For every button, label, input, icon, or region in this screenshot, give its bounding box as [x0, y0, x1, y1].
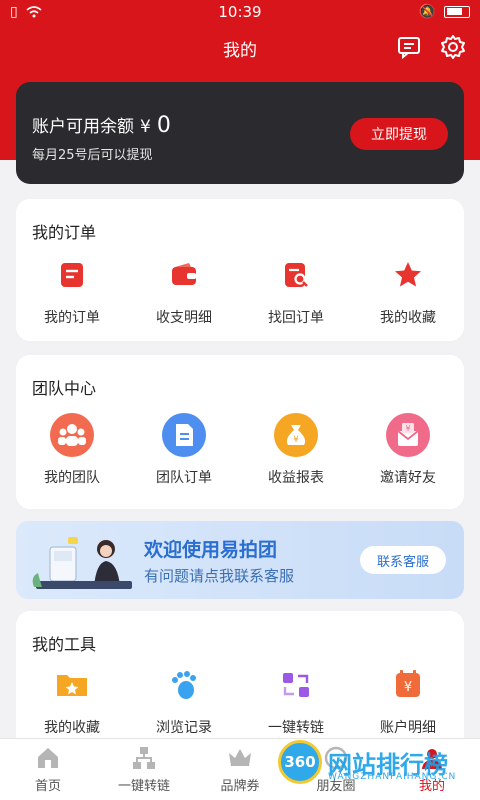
team-item-label: 团队订单 [156, 470, 212, 486]
team-item-invite[interactable]: ¥ 邀请好友 [352, 413, 464, 487]
tab-brand-coupons[interactable]: 品牌券 [192, 739, 288, 800]
order-item-income-expense[interactable]: 收支明细 [128, 253, 240, 327]
settings-gear-icon[interactable] [440, 34, 466, 60]
battery-icon [444, 6, 470, 18]
customer-service-illustration [32, 537, 132, 589]
tab-label: 首页 [34, 779, 61, 794]
tools-title: 我的工具 [32, 635, 97, 654]
svg-text:¥: ¥ [405, 424, 410, 433]
status-bar: ▯ 10:39 🔕 [0, 0, 480, 24]
watermark-subtext: WANGZHANPAIHANG.CN [328, 772, 457, 782]
tool-item-account-detail[interactable]: ¥ 账户明细 [352, 663, 464, 737]
order-item-label: 我的订单 [44, 310, 100, 326]
footprint-icon [172, 671, 196, 699]
order-item-label: 我的收藏 [380, 310, 436, 326]
order-item-label: 收支明细 [156, 310, 212, 326]
team-card: 团队中心 我的团队 团队订单 ¥ 收益报表 ¥ 邀请好友 [16, 355, 464, 509]
home-icon [38, 748, 58, 768]
team-item-label: 我的团队 [44, 470, 100, 486]
balance-value: 0 [156, 113, 171, 138]
tool-item-favorites[interactable]: 我的收藏 [16, 663, 128, 737]
folder-star-icon [57, 675, 87, 696]
tab-convert-link[interactable]: 一键转链 [96, 739, 192, 800]
tool-item-label: 账户明细 [380, 720, 436, 736]
star-icon [386, 253, 430, 297]
invite-envelope-icon: ¥ [386, 413, 430, 457]
support-banner[interactable]: 欢迎使用易拍团 有问题请点我联系客服 联系客服 [16, 521, 464, 599]
wallet-icon [162, 253, 206, 297]
team-item-orders[interactable]: 团队订单 [128, 413, 240, 487]
orders-title: 我的订单 [32, 223, 97, 242]
tool-item-label: 一键转链 [268, 720, 324, 736]
search-order-icon [274, 253, 318, 297]
convert-link-icon [283, 673, 309, 697]
message-icon[interactable] [396, 34, 422, 60]
header: 我的 [0, 28, 480, 68]
team-item-label: 邀请好友 [380, 470, 436, 486]
team-item-revenue-report[interactable]: ¥ 收益报表 [240, 413, 352, 487]
banner-title: 欢迎使用易拍团 [144, 539, 278, 561]
team-title: 团队中心 [32, 379, 97, 398]
withdraw-button[interactable]: 立即提现 [350, 118, 448, 150]
link-tree-icon [133, 747, 155, 769]
balance-card: 账户可用余额 ¥ 0 每月25号后可以提现 立即提现 [16, 82, 464, 184]
team-item-my-team[interactable]: 我的团队 [16, 413, 128, 487]
order-item-my-orders[interactable]: 我的订单 [16, 253, 128, 327]
tab-label: 一键转链 [117, 779, 170, 794]
svg-text:¥: ¥ [293, 435, 299, 445]
withdraw-note: 每月25号后可以提现 [32, 148, 153, 163]
crown-icon [229, 749, 251, 766]
tool-item-convert-link[interactable]: 一键转链 [240, 663, 352, 737]
order-item-favorites[interactable]: 我的收藏 [352, 253, 464, 327]
team-item-label: 收益报表 [268, 470, 324, 486]
watermark-logo: 360 [278, 740, 322, 784]
account-detail-icon: ¥ [396, 670, 420, 697]
document-icon [162, 413, 206, 457]
status-time: 10:39 [218, 3, 262, 21]
team-icon [50, 413, 94, 457]
svg-text:¥: ¥ [404, 680, 412, 695]
balance-currency: ¥ [140, 117, 151, 137]
order-list-icon [50, 253, 94, 297]
contact-support-button[interactable]: 联系客服 [360, 546, 446, 574]
balance-label: 账户可用余额 [32, 117, 134, 137]
tab-label: 品牌券 [220, 779, 260, 794]
banner-subtitle: 有问题请点我联系客服 [144, 567, 295, 585]
tool-item-label: 浏览记录 [156, 720, 212, 736]
tab-home[interactable]: 首页 [0, 739, 96, 800]
order-item-retrieve[interactable]: 找回订单 [240, 253, 352, 327]
tool-item-history[interactable]: 浏览记录 [128, 663, 240, 737]
orders-card: 我的订单 我的订单 收支明细 找回订单 我的收藏 [16, 199, 464, 341]
tools-card: 我的工具 我的收藏 浏览记录 一键转链 ¥ 账户明细 [16, 611, 464, 751]
money-bag-icon: ¥ [274, 413, 318, 457]
site-watermark: 360 网站排行榜 WANGZHANPAIHANG.CN [278, 740, 455, 784]
order-item-label: 找回订单 [268, 310, 324, 326]
tool-item-label: 我的收藏 [44, 720, 100, 736]
page-title: 我的 [223, 40, 257, 61]
